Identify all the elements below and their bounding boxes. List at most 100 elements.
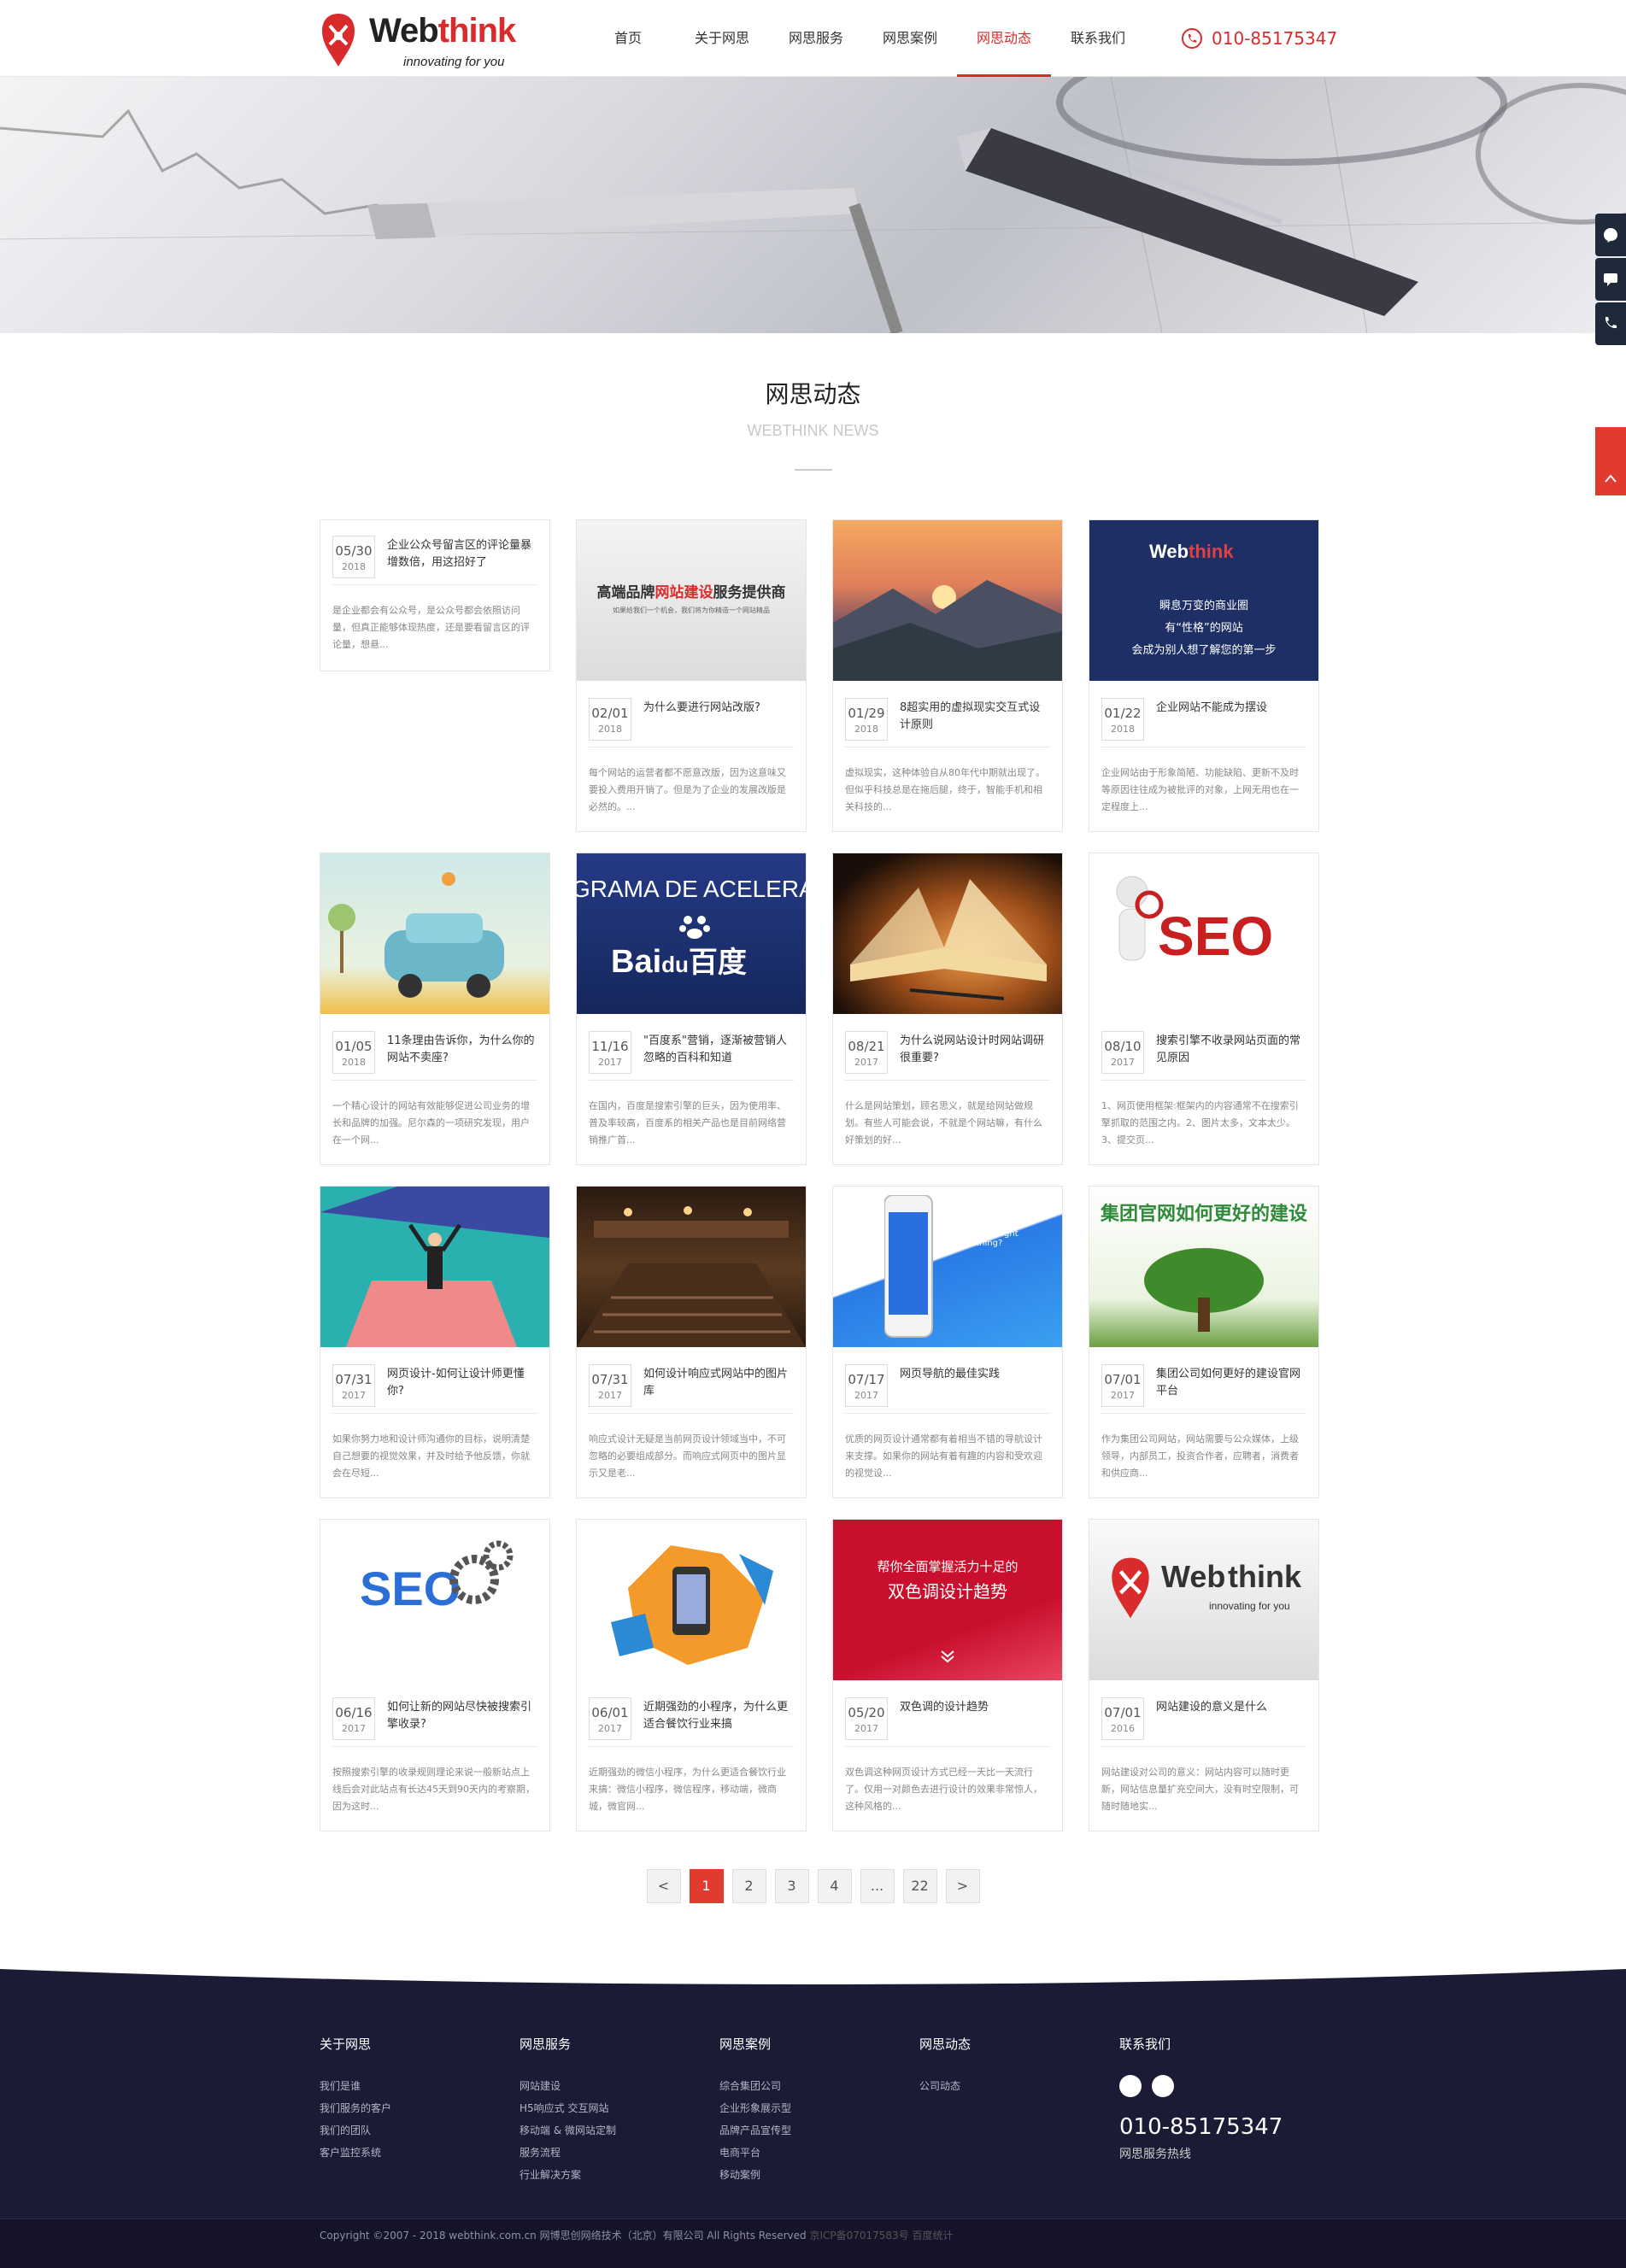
article-meta: 06/16 2017 如何让新的网站尽快被搜索引擎收录? bbox=[332, 1697, 537, 1747]
article-card[interactable]: SEO 08/10 2017 搜索引擎不收录网站页面的常见原因 1、网页使用框架:… bbox=[1089, 853, 1319, 1165]
article-thumbnail[interactable]: 帮你全面掌握活力十足的 双色调设计趋势 bbox=[833, 1520, 1062, 1680]
article-thumbnail[interactable]: 高端品牌网站建设服务提供商 如果给我们一个机会，我们将为你精造一个网站精品 bbox=[577, 520, 806, 681]
article-date: 01/05 2018 bbox=[332, 1031, 375, 1074]
footer-col-cases: 网思案例 综合集团公司 企业形象展示型 品牌产品宣传型 电商平台 移动案例 bbox=[719, 2035, 791, 2186]
footer-col-about: 关于网思 我们是谁 我们服务的客户 我们的团队 客户监控系统 bbox=[320, 2035, 391, 2164]
article-thumbnail[interactable]: Web think innovating for you bbox=[1089, 1520, 1318, 1680]
article-title[interactable]: 为什么要进行网站改版? bbox=[643, 700, 794, 717]
article-thumbnail[interactable] bbox=[320, 1187, 549, 1347]
article-meta: 07/31 2017 网页设计-如何让设计师更懂你? bbox=[332, 1364, 537, 1414]
side-message-button[interactable] bbox=[1595, 258, 1626, 301]
nav-cases[interactable]: 网思案例 bbox=[863, 0, 957, 77]
footer-link[interactable]: 移动端 & 微网站定制 bbox=[519, 2119, 616, 2142]
footer-link[interactable]: 公司动态 bbox=[919, 2075, 971, 2097]
side-qq-button[interactable] bbox=[1595, 214, 1626, 256]
article-thumbnail[interactable] bbox=[577, 1187, 806, 1347]
article-card[interactable]: 01/29 2018 8超实用的虚拟现实交互式设计原则 虚拟现实，这种体验自从80… bbox=[832, 519, 1063, 832]
article-card[interactable]: 07/31 2017 网页设计-如何让设计师更懂你? 如果你努力地和设计师沟通你的… bbox=[320, 1186, 550, 1498]
article-thumbnail[interactable] bbox=[833, 520, 1062, 681]
article-title[interactable]: 为什么说网站设计时网站调研很重要? bbox=[900, 1033, 1050, 1067]
article-title[interactable]: 企业公众号留言区的评论量暴增数倍，用这招好了 bbox=[387, 537, 537, 571]
article-card[interactable]: 08/21 2017 为什么说网站设计时网站调研很重要? 什么是网站策划，顾名思义… bbox=[832, 853, 1063, 1165]
side-phone-button[interactable] bbox=[1595, 302, 1626, 345]
article-card[interactable]: 01/05 2018 11条理由告诉你，为什么你的网站不卖座? 一个精心设计的网站… bbox=[320, 853, 550, 1165]
article-thumbnail[interactable]: SEO bbox=[1089, 853, 1318, 1014]
article-title[interactable]: 近期强劲的小程序，为什么更适合餐饮行业来搞 bbox=[643, 1699, 794, 1733]
article-thumbnail[interactable]: GRAMA DE ACELERA Baidu百度 bbox=[577, 853, 806, 1014]
article-date: 07/01 2016 bbox=[1101, 1697, 1144, 1740]
article-card[interactable]: Web think innovating for you 07/01 2016 网… bbox=[1089, 1519, 1319, 1831]
footer-link[interactable]: 综合集团公司 bbox=[719, 2075, 791, 2097]
nav-about[interactable]: 关于网思 bbox=[675, 0, 769, 77]
footer-link[interactable]: 网站建设 bbox=[519, 2075, 616, 2097]
back-to-top-button[interactable] bbox=[1595, 427, 1626, 495]
footer-link[interactable]: H5响应式 交互网站 bbox=[519, 2097, 616, 2119]
article-title[interactable]: 如何设计响应式网站中的图片库 bbox=[643, 1366, 794, 1400]
article-title[interactable]: 双色调的设计趋势 bbox=[900, 1699, 1050, 1716]
footer-link[interactable]: 我们的团队 bbox=[320, 2119, 391, 2142]
pagination-page[interactable]: 2 bbox=[731, 1869, 766, 1903]
nav-contact[interactable]: 联系我们 bbox=[1051, 0, 1145, 77]
article-title[interactable]: "百度系"营销，逐渐被营销人忽略的百科和知道 bbox=[643, 1033, 794, 1067]
footer-link[interactable]: 移动案例 bbox=[719, 2164, 791, 2186]
footer-link[interactable]: 品牌产品宣传型 bbox=[719, 2119, 791, 2142]
nav-services[interactable]: 网思服务 bbox=[769, 0, 863, 77]
article-meta: 08/21 2017 为什么说网站设计时网站调研很重要? bbox=[845, 1031, 1050, 1081]
article-date: 06/01 2017 bbox=[589, 1697, 631, 1740]
article-title[interactable]: 8超实用的虚拟现实交互式设计原则 bbox=[900, 700, 1050, 734]
article-title[interactable]: 集团公司如何更好的建设官网平台 bbox=[1156, 1366, 1306, 1400]
article-title[interactable]: 如何让新的网站尽快被搜索引擎收录? bbox=[387, 1699, 537, 1733]
article-title[interactable]: 网站建设的意义是什么 bbox=[1156, 1699, 1306, 1716]
article-card[interactable]: Already bought something? 07/17 2017 网页导航… bbox=[832, 1186, 1063, 1498]
article-thumbnail[interactable] bbox=[577, 1520, 806, 1680]
article-thumbnail[interactable] bbox=[320, 853, 549, 1014]
article-thumbnail[interactable]: SEO bbox=[320, 1520, 549, 1680]
icp-link[interactable]: 京ICP备07017583号 百度统计 bbox=[809, 2230, 953, 2242]
article-card[interactable]: GRAMA DE ACELERA Baidu百度 11/16 2017 "百度系"… bbox=[576, 853, 807, 1165]
article-card[interactable]: SEO 06/16 2017 如何让新的网站尽快被搜索引擎收录? 按照搜索引擎的收… bbox=[320, 1519, 550, 1831]
footer-hotline[interactable]: 010-85175347 bbox=[1119, 2114, 1283, 2140]
nav-news[interactable]: 网思动态 bbox=[957, 0, 1051, 77]
footer-link[interactable]: 行业解决方案 bbox=[519, 2164, 616, 2186]
article-card[interactable]: Webthink 瞬息万变的商业圈 有“性格”的网站 会成为别人想了解您的第一步 0… bbox=[1089, 519, 1319, 832]
footer-link[interactable]: 服务流程 bbox=[519, 2142, 616, 2164]
footer-link[interactable]: 电商平台 bbox=[719, 2142, 791, 2164]
footer-link[interactable]: 我们是谁 bbox=[320, 2075, 391, 2097]
article-thumbnail[interactable]: Webthink 瞬息万变的商业圈 有“性格”的网站 会成为别人想了解您的第一步 bbox=[1089, 520, 1318, 681]
weibo-icon[interactable] bbox=[1152, 2075, 1174, 2097]
nav-home[interactable]: 首页 bbox=[581, 0, 675, 77]
pagination-page[interactable]: 22 bbox=[902, 1869, 937, 1903]
article-meta: 05/30 2018 企业公众号留言区的评论量暴增数倍，用这招好了 bbox=[332, 536, 537, 585]
article-meta: 06/01 2017 近期强劲的小程序，为什么更适合餐饮行业来搞 bbox=[589, 1697, 794, 1747]
side-toolbar bbox=[1595, 214, 1626, 347]
article-card[interactable]: 05/30 2018 企业公众号留言区的评论量暴增数倍，用这招好了 是企业都会有公… bbox=[320, 519, 550, 671]
article-thumbnail[interactable]: 集团官网如何更好的建设 bbox=[1089, 1187, 1318, 1347]
article-title[interactable]: 搜索引擎不收录网站页面的常见原因 bbox=[1156, 1033, 1306, 1067]
site-logo[interactable]: Webthink innovating for you bbox=[320, 10, 516, 70]
footer-link[interactable]: 我们服务的客户 bbox=[320, 2097, 391, 2119]
header-phone[interactable]: 010-85175347 bbox=[1181, 26, 1337, 51]
chat-bubble-icon bbox=[1604, 228, 1617, 243]
article-meta: 05/20 2017 双色调的设计趋势 bbox=[845, 1697, 1050, 1747]
article-card[interactable]: 集团官网如何更好的建设 07/01 2017 集团公司如何更好的建设官网平台 作为… bbox=[1089, 1186, 1319, 1498]
copyright-text: Copyright ©2007 - 2018 webthink.com.cn 网… bbox=[320, 2230, 807, 2242]
wechat-icon[interactable] bbox=[1119, 2075, 1142, 2097]
article-card[interactable]: 高端品牌网站建设服务提供商 如果给我们一个机会，我们将为你精造一个网站精品 02… bbox=[576, 519, 807, 832]
article-card[interactable]: 06/01 2017 近期强劲的小程序，为什么更适合餐饮行业来搞 近期强劲的微信小… bbox=[576, 1519, 807, 1831]
article-card[interactable]: 帮你全面掌握活力十足的 双色调设计趋势 05/20 2017 双色调的设计趋势 双… bbox=[832, 1519, 1063, 1831]
pagination-page[interactable]: 3 bbox=[774, 1869, 809, 1903]
article-title[interactable]: 网页设计-如何让设计师更懂你? bbox=[387, 1366, 537, 1400]
footer-col-title: 联系我们 bbox=[1119, 2037, 1171, 2052]
article-thumbnail[interactable]: Already bought something? bbox=[833, 1187, 1062, 1347]
article-title[interactable]: 11条理由告诉你，为什么你的网站不卖座? bbox=[387, 1033, 537, 1067]
article-card[interactable]: 07/31 2017 如何设计响应式网站中的图片库 响应式设计无疑是当前网页设计领… bbox=[576, 1186, 807, 1498]
pagination-page[interactable]: 4 bbox=[817, 1869, 852, 1903]
article-title[interactable]: 企业网站不能成为摆设 bbox=[1156, 700, 1306, 717]
article-title[interactable]: 网页导航的最佳实践 bbox=[900, 1366, 1050, 1383]
pagination-page[interactable]: 1 bbox=[689, 1869, 724, 1903]
article-thumbnail[interactable] bbox=[833, 853, 1062, 1014]
pagination-prev[interactable]: < bbox=[646, 1869, 681, 1903]
footer-link[interactable]: 企业形象展示型 bbox=[719, 2097, 791, 2119]
footer-link[interactable]: 客户监控系统 bbox=[320, 2142, 391, 2164]
pagination-next[interactable]: > bbox=[945, 1869, 980, 1903]
